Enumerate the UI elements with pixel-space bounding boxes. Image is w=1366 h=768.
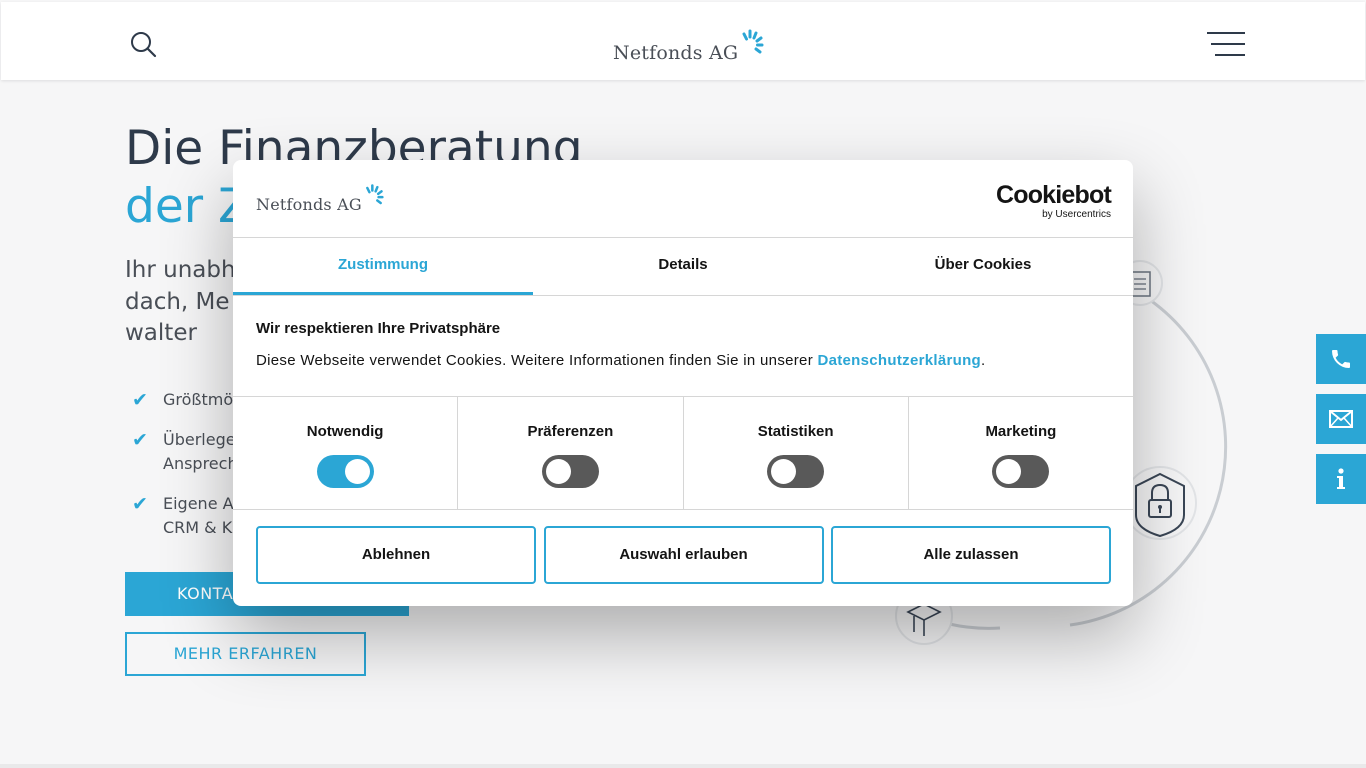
cookie-consent-dialog: Netfonds AG Cookiebot by Usercentrics Zu… bbox=[233, 160, 1133, 606]
list-item: ✔ Überlege Ansprech bbox=[132, 428, 238, 476]
logo-rays-icon bbox=[742, 29, 764, 54]
privacy-heading: Wir respektieren Ihre Privatsphäre bbox=[256, 320, 501, 337]
category-label: Präferenzen bbox=[527, 423, 614, 440]
category-marketing: Marketing bbox=[909, 397, 1133, 509]
category-necessary: Notwendig bbox=[233, 397, 459, 509]
tab-zustimmung[interactable]: Zustimmung bbox=[233, 238, 533, 295]
cookie-dialog-logo: Netfonds AG bbox=[256, 182, 384, 214]
feature-list: ✔ Größtmö ✔ Überlege Ansprech ✔ Eigene A… bbox=[132, 388, 238, 556]
cookie-actions: Ablehnen Auswahl erlauben Alle zulassen bbox=[256, 526, 1111, 584]
tab-about-cookies[interactable]: Über Cookies bbox=[833, 238, 1133, 295]
feature-text: Größtmö bbox=[163, 390, 234, 409]
search-icon[interactable] bbox=[129, 30, 159, 60]
checkmark-icon: ✔ bbox=[132, 493, 148, 515]
feature-text: Ansprech bbox=[163, 454, 238, 473]
hamburger-menu-icon[interactable] bbox=[1205, 30, 1245, 58]
info-icon bbox=[1337, 468, 1345, 489]
category-label: Statistiken bbox=[757, 423, 834, 440]
allow-selection-button[interactable]: Auswahl erlauben bbox=[543, 526, 824, 584]
learn-more-button[interactable]: MEHR ERFAHREN bbox=[125, 632, 366, 676]
feature-text: Überlege bbox=[163, 430, 236, 449]
list-item: ✔ Größtmö bbox=[132, 388, 238, 412]
site-logo[interactable]: Netfonds AG bbox=[613, 24, 764, 64]
phone-icon bbox=[1332, 350, 1350, 368]
logo-rays-icon bbox=[365, 184, 384, 205]
site-header: Netfonds AG bbox=[1, 2, 1365, 80]
privacy-policy-link[interactable]: Datenschutzerklärung bbox=[817, 352, 981, 369]
cookiebot-logo[interactable]: Cookiebot by Usercentrics bbox=[995, 181, 1112, 220]
privacy-text: Diese Webseite verwendet Cookies. Weiter… bbox=[256, 352, 1116, 370]
privacy-text-main: Diese Webseite verwendet Cookies. Weiter… bbox=[256, 352, 818, 369]
reject-button[interactable]: Ablehnen bbox=[256, 526, 536, 584]
privacy-text-end: . bbox=[981, 352, 986, 369]
hero-subtitle: Ihr unabh dach, Me walter bbox=[125, 257, 236, 346]
cookie-categories: Notwendig Präferenzen Statistiken Market… bbox=[233, 396, 1133, 510]
cookie-tabs: Zustimmung Details Über Cookies bbox=[233, 238, 1133, 296]
logo-text: Netfonds AG bbox=[256, 195, 362, 214]
cookiebot-name: Cookiebot bbox=[995, 181, 1112, 209]
tab-details[interactable]: Details bbox=[533, 238, 833, 295]
checkmark-icon: ✔ bbox=[132, 389, 148, 411]
cookie-dialog-header: Netfonds AG Cookiebot by Usercentrics bbox=[233, 160, 1133, 238]
category-preferences: Präferenzen bbox=[458, 397, 684, 509]
category-label: Marketing bbox=[985, 423, 1057, 440]
necessary-toggle[interactable] bbox=[316, 455, 374, 488]
lock-shield-icon bbox=[1123, 466, 1197, 540]
mail-contact-tab[interactable] bbox=[1316, 394, 1366, 444]
category-statistics: Statistiken bbox=[684, 397, 909, 509]
info-tab[interactable] bbox=[1316, 454, 1366, 504]
marketing-toggle[interactable] bbox=[992, 455, 1050, 488]
feature-text: CRM & K bbox=[163, 518, 233, 537]
page-bottom-divider bbox=[0, 764, 1366, 768]
logo-text: Netfonds AG bbox=[613, 42, 739, 64]
phone-contact-tab[interactable] bbox=[1316, 334, 1366, 384]
category-label: Notwendig bbox=[306, 423, 384, 440]
checkmark-icon: ✔ bbox=[132, 429, 148, 451]
mail-icon bbox=[1329, 410, 1353, 428]
statistics-toggle[interactable] bbox=[767, 455, 825, 488]
allow-all-button[interactable]: Alle zulassen bbox=[831, 526, 1111, 584]
preferences-toggle[interactable] bbox=[541, 455, 599, 488]
cookiebot-byline: by Usercentrics bbox=[1042, 209, 1111, 220]
feature-text: Eigene A bbox=[163, 494, 234, 513]
cookie-body: Wir respektieren Ihre Privatsphäre Diese… bbox=[256, 320, 1116, 370]
list-item: ✔ Eigene A CRM & K bbox=[132, 492, 238, 540]
